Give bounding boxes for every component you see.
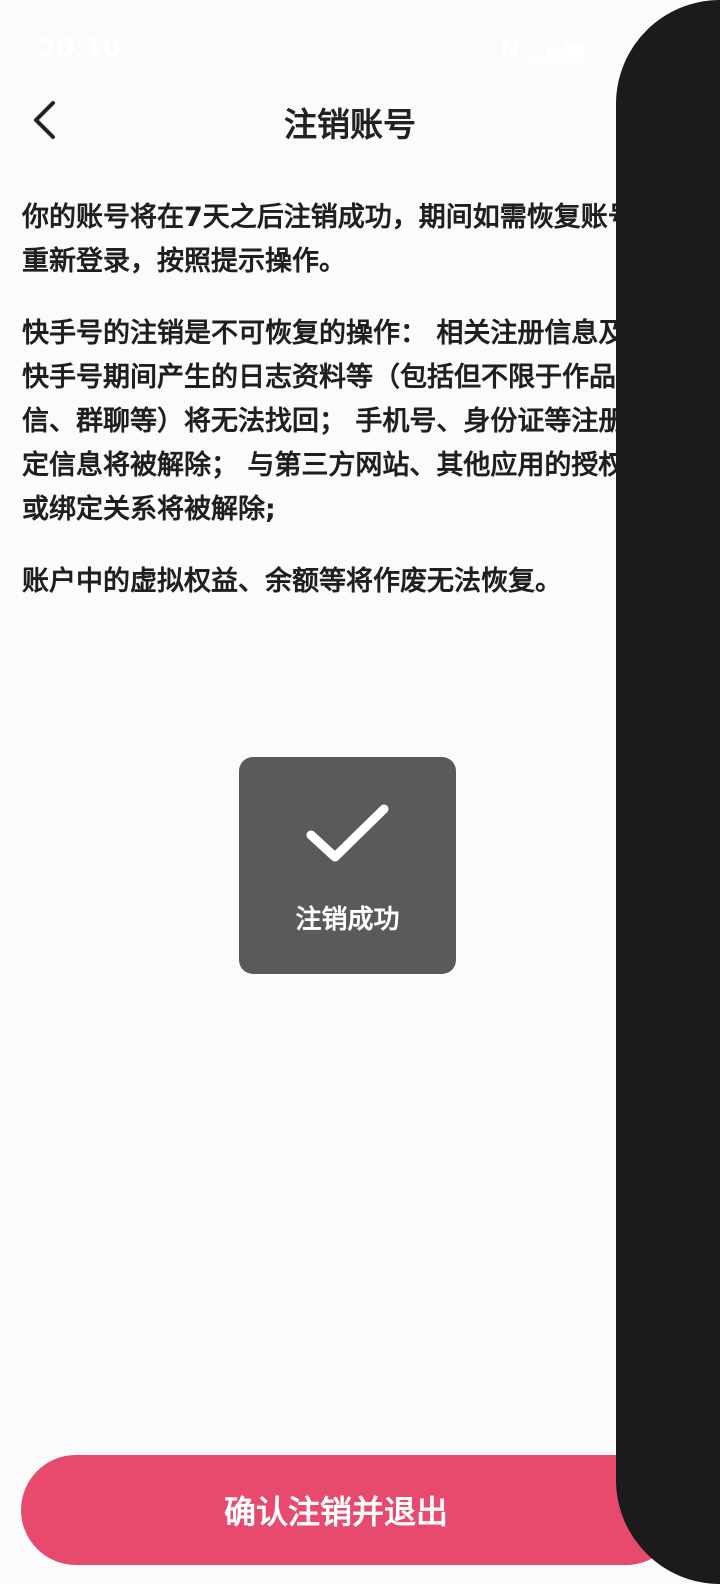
notice-paragraph-2: 快手号的注销是不可恢复的操作： 相关注册信息及使用快手号期间产生的日志资料等（包… [22,318,680,525]
status-time: 20:10 [38,34,121,64]
success-toast: 注销成功 [239,757,456,974]
confirm-logout-button[interactable]: 确认注销并退出 [21,1455,681,1565]
check-icon [306,804,389,862]
nfc-icon: N [500,35,521,63]
signal-icon: ▂▄▆ [528,35,584,63]
wifi-icon: ⌔ [591,35,615,63]
notice-paragraph-1: 你的账号将在7天之后注销成功，期间如需恢复账号，可重新登录，按照提示操作。 [22,202,689,277]
side-panel-overlay [616,0,720,1584]
toast-text: 注销成功 [295,905,400,935]
header: 注销账号 [0,80,720,160]
status-icons: N ▂▄▆ ⌔ [500,34,614,64]
notice-content: 你的账号将在7天之后注销成功，期间如需恢复账号，可重新登录，按照提示操作。 快手… [22,196,702,632]
notice-paragraph-3: 账户中的虚拟权益、余额等将作废无法恢复。 [22,566,562,597]
page-title: 注销账号 [284,105,416,144]
